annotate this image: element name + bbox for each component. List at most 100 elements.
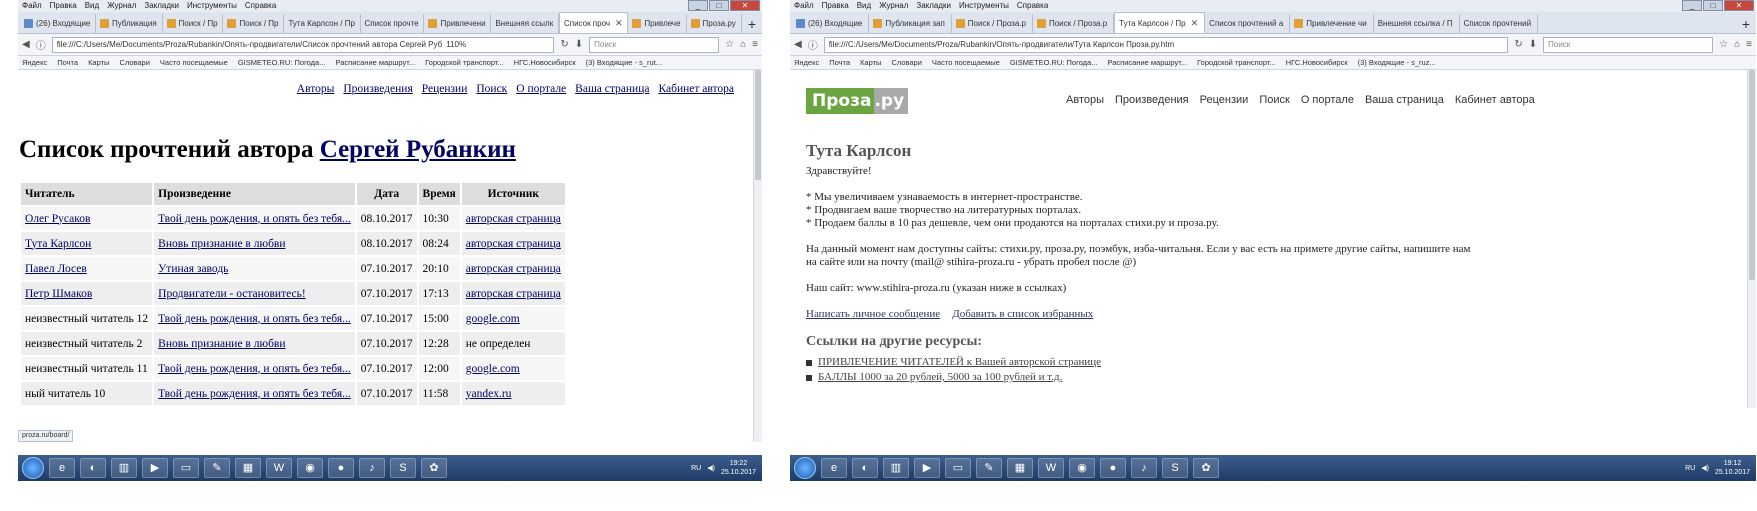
bookmark-item[interactable]: Часто посещаемые (932, 56, 1000, 69)
skype-icon[interactable]: S (1162, 458, 1188, 478)
browser-tab[interactable]: Публикация (96, 14, 163, 33)
resource-link[interactable]: ПРИВЛЕЧЕНИЕ ЧИТАТЕЛЕЙ к Вашей авторской … (818, 356, 1101, 369)
clock[interactable]: 19:12 25.10.2017 (1715, 459, 1750, 477)
menu-icon[interactable]: ≡ (1746, 39, 1752, 50)
browser-tab[interactable]: Внешняя ссылк (491, 14, 559, 33)
game-icon[interactable]: ✿ (421, 458, 447, 478)
nav-link[interactable]: О портале (516, 83, 566, 95)
scroll-thumb[interactable] (755, 70, 761, 180)
search-input[interactable]: Поиск (1543, 36, 1714, 53)
paint-icon[interactable]: ✎ (204, 458, 230, 478)
bookmark-item[interactable]: Расписание маршрут... (335, 56, 415, 69)
browser-tab[interactable]: Список проч ✕ (558, 12, 629, 33)
source-link[interactable]: yandex.ru (466, 388, 512, 400)
menu-item[interactable]: Справка (1017, 0, 1048, 12)
nav-link[interactable]: Рецензии (1200, 94, 1249, 106)
clock[interactable]: 19:22 25.10.2017 (721, 459, 756, 477)
nav-link[interactable]: Произведения (343, 83, 412, 95)
work-link[interactable]: Твой день рождения, и опять без тебя... (158, 213, 351, 225)
browser-tab[interactable]: Привлече (628, 14, 687, 33)
word-icon[interactable]: W (1038, 458, 1064, 478)
nav-link[interactable]: О портале (1301, 94, 1354, 106)
media-icon[interactable]: ◐ (80, 458, 106, 478)
menu-item[interactable]: Вид (857, 0, 871, 12)
paint-icon[interactable]: ✎ (976, 458, 1002, 478)
menu-item[interactable]: Инструменты (959, 0, 1009, 12)
nav-link[interactable]: Авторы (297, 83, 335, 95)
work-link[interactable]: Утиная заводь (158, 263, 228, 275)
nav-link[interactable]: Кабинет автора (1455, 94, 1535, 106)
nav-link[interactable]: Поиск (476, 83, 507, 95)
zoom-level[interactable]: 110% (446, 38, 466, 52)
minimize-button[interactable]: _ (688, 0, 708, 11)
folder-icon[interactable]: ▭ (945, 458, 971, 478)
menu-item[interactable]: Правка (822, 0, 849, 12)
nav-link[interactable]: Поиск (1259, 94, 1289, 106)
browser-tab[interactable]: Список прочте (361, 14, 425, 33)
source-link[interactable]: google.com (466, 363, 520, 375)
folder-icon[interactable]: ▭ (173, 458, 199, 478)
column-header[interactable]: Читатель (21, 183, 153, 205)
start-button[interactable] (22, 457, 44, 479)
nav-link[interactable]: Авторы (1066, 94, 1104, 106)
work-link[interactable]: Продвигатели - остановитесь! (158, 288, 306, 300)
url-bar[interactable]: file:///C:/Users/Me/Documents/Proza/Ruba… (823, 36, 1509, 53)
nav-link[interactable]: Кабинет автора (658, 83, 734, 95)
media-icon[interactable]: ◐ (852, 458, 878, 478)
scroll-thumb[interactable] (1749, 70, 1755, 280)
menu-item[interactable]: Вид (85, 0, 99, 12)
column-header[interactable]: Время (418, 183, 460, 205)
bookmark-item[interactable]: Карты (860, 56, 881, 69)
menu-item[interactable]: Файл (794, 0, 814, 12)
reload-icon[interactable]: ↻ (1514, 39, 1522, 50)
close-window-button[interactable]: ✕ (1724, 0, 1754, 11)
maximize-button[interactable]: □ (1703, 0, 1723, 11)
skype-icon[interactable]: S (390, 458, 416, 478)
word-icon[interactable]: W (266, 458, 292, 478)
source-link[interactable]: авторская страница (466, 238, 561, 250)
menu-item[interactable]: Справка (245, 0, 276, 12)
column-header[interactable]: Произведение (154, 183, 355, 205)
bookmark-item[interactable]: Почта (829, 56, 850, 69)
reader-link[interactable]: Олег Русаков (25, 213, 90, 225)
language-indicator[interactable]: RU (1685, 465, 1695, 472)
bookmark-item[interactable]: (3) Входящие - s_ruz... (1358, 56, 1436, 69)
player-app-icon[interactable]: ♪ (1131, 458, 1157, 478)
browser-tab[interactable]: (26) Входящие (792, 14, 870, 33)
menu-item[interactable]: Закладки (144, 0, 179, 12)
browser-tab[interactable]: Привлечение чи (1290, 14, 1374, 33)
bookmark-item[interactable]: Яндекс (794, 56, 819, 69)
work-link[interactable]: Твой день рождения, и опять без тебя... (158, 363, 351, 375)
browser-tab[interactable]: Список прочтений а (1205, 14, 1291, 33)
work-link[interactable]: Твой день рождения, и опять без тебя... (158, 388, 351, 400)
library-icon[interactable]: ▥ (111, 458, 137, 478)
menu-item[interactable]: Журнал (879, 0, 908, 12)
bookmark-item[interactable]: Городской транспорт... (425, 56, 504, 69)
new-tab-icon[interactable]: + (742, 15, 762, 33)
source-link[interactable]: авторская страница (466, 213, 561, 225)
work-link[interactable]: Вновь признание в любви (158, 338, 285, 350)
browser-tab[interactable]: Поиск / Проза.р (952, 14, 1033, 33)
chrome-icon[interactable]: ◉ (1069, 458, 1095, 478)
url-bar[interactable]: file:///C:/Users/Me/Documents/Proza/Ruba… (51, 36, 555, 53)
bookmark-item[interactable]: НГС.Новосибирск (514, 56, 576, 69)
home-icon[interactable]: ⌂ (1734, 39, 1740, 50)
language-indicator[interactable]: RU (691, 465, 701, 472)
bookmark-item[interactable]: Карты (88, 56, 109, 69)
add-favorites-link[interactable]: Добавить в список избранных (952, 308, 1093, 321)
browser-tab[interactable]: Тута Карлсон / Пр ✕ (1114, 12, 1206, 33)
browser-tab[interactable]: (26) Входящие (20, 14, 96, 33)
volume-icon[interactable]: ◀) (707, 464, 715, 472)
bookmark-item[interactable]: Почта (57, 56, 78, 69)
menu-icon[interactable]: ≡ (752, 39, 758, 50)
bookmark-item[interactable]: НГС.Новосибирск (1286, 56, 1348, 69)
menu-item[interactable]: Инструменты (187, 0, 237, 12)
download-icon[interactable]: ⬇ (575, 39, 583, 50)
library-icon[interactable]: ▥ (883, 458, 909, 478)
close-window-button[interactable]: ✕ (730, 0, 760, 11)
work-link[interactable]: Твой день рождения, и опять без тебя... (158, 313, 351, 325)
player-icon[interactable]: ▶ (142, 458, 168, 478)
new-tab-icon[interactable]: + (1736, 15, 1756, 33)
source-link[interactable]: google.com (466, 313, 520, 325)
work-link[interactable]: Вновь признание в любви (158, 238, 285, 250)
